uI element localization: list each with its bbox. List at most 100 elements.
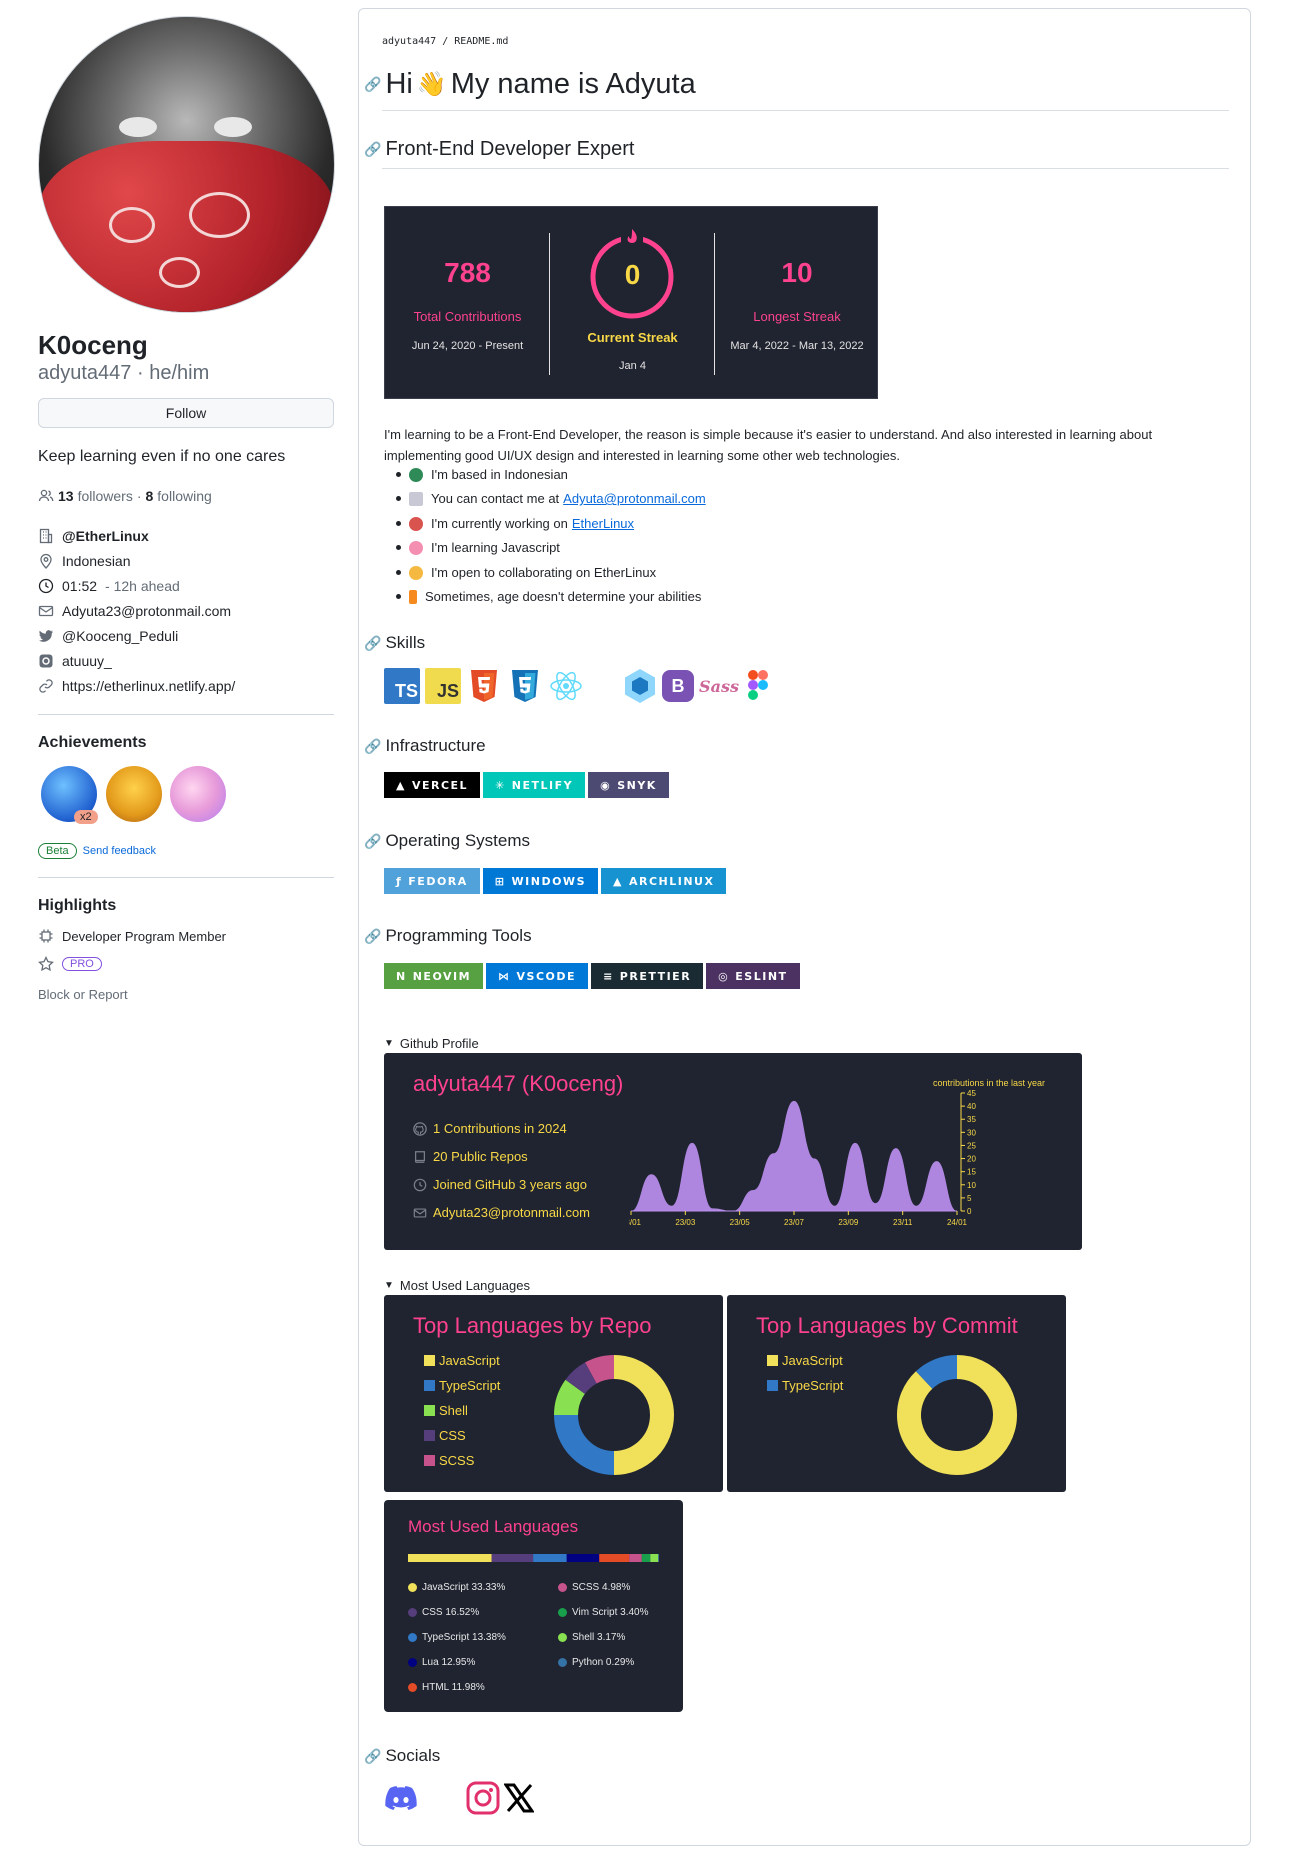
snyk-badge[interactable]: ◉ SNYK <box>588 772 669 798</box>
company-text[interactable]: @EtherLinux <box>62 528 149 544</box>
etherlinux-link[interactable]: EtherLinux <box>572 516 634 531</box>
language-dot <box>558 1658 567 1667</box>
triangle-down-icon: ▼ <box>384 1038 394 1049</box>
neovim-badge[interactable]: N NEOVIM <box>384 963 484 989</box>
eslint-badge[interactable]: ◎ ESLINT <box>706 963 800 989</box>
language-dot <box>558 1583 567 1592</box>
x-twitter-icon[interactable] <box>504 1783 534 1813</box>
block-report-link[interactable]: Block or Report <box>38 987 128 1002</box>
anchor-link-icon[interactable]: 🔗 <box>364 1748 381 1765</box>
anchor-link-icon[interactable]: 🔗 <box>364 141 381 158</box>
github-profile-card: adyuta447 (K0oceng) 1 Contributions in 2… <box>384 1053 1082 1250</box>
anchor-link-icon[interactable]: 🔗 <box>364 928 381 945</box>
most-used-item: Shell 3.17% <box>558 1632 625 1643</box>
most-used-item: CSS 16.52% <box>408 1607 479 1618</box>
anchor-link-icon[interactable]: 🔗 <box>364 76 381 93</box>
location-icon <box>40 553 52 569</box>
brain-icon <box>409 540 423 555</box>
profile-twitter[interactable]: @Kooceng_Peduli <box>38 628 178 644</box>
heading-tools: 🔗 Programming Tools <box>364 926 532 946</box>
bootstrap-icon[interactable]: B <box>662 670 694 702</box>
email-link[interactable]: Adyuta23@protonmail.com <box>62 603 231 619</box>
legend-item-typescript: TypeScript <box>424 1378 500 1393</box>
sass-label: Sass <box>699 676 739 696</box>
heading-role-text: Front-End Developer Expert <box>385 138 635 160</box>
y-tick-label: 20 <box>967 1155 976 1164</box>
language-label: Shell 3.17% <box>572 1632 626 1643</box>
webpack-icon[interactable] <box>622 668 658 704</box>
profile-company[interactable]: @EtherLinux <box>38 528 149 544</box>
typescript-icon[interactable]: TS <box>384 668 420 704</box>
send-feedback-link[interactable]: Send feedback <box>83 845 156 857</box>
developer-program-text[interactable]: Developer Program Member <box>62 929 226 944</box>
netlify-badge[interactable]: ✳ NETLIFY <box>483 772 586 798</box>
css3-icon[interactable] <box>507 668 543 704</box>
javascript-icon[interactable]: JS <box>425 668 461 704</box>
list-item-text: You can contact me at <box>431 491 560 506</box>
badge-label: VERCEL <box>411 778 469 792</box>
language-dot <box>408 1683 417 1692</box>
sass-icon[interactable]: Sass <box>698 668 740 704</box>
prettier-badge[interactable]: ≡ PRETTIER <box>591 963 704 989</box>
archlinux-badge[interactable]: ▲ ARCHLINUX <box>601 868 727 894</box>
bar-segment-vim-script <box>641 1554 651 1562</box>
vercel-badge[interactable]: ▲ VERCEL <box>384 772 481 798</box>
html5-icon[interactable] <box>466 668 502 704</box>
followers-link[interactable]: followers <box>78 488 133 504</box>
achievements-title[interactable]: Achievements <box>38 734 147 752</box>
netlify-icon: ✳ <box>495 778 506 792</box>
mail-icon <box>413 1207 427 1218</box>
github-icon <box>413 1121 427 1136</box>
profile-email[interactable]: Adyuta23@protonmail.com <box>38 603 231 619</box>
windows-badge[interactable]: ⊞ WINDOWS <box>482 868 598 894</box>
github-profile-summary[interactable]: ▼ Github Profile <box>384 1036 479 1051</box>
achievement-pull-shark-badge[interactable] <box>106 766 162 822</box>
heading-rule <box>382 168 1229 169</box>
instagram-icon <box>39 654 53 668</box>
y-tick-label: 35 <box>967 1115 976 1124</box>
longest-streak-range: Mar 4, 2022 - Mar 13, 2022 <box>730 340 864 352</box>
socials-icons <box>384 1781 534 1815</box>
following-count[interactable]: 8 <box>146 488 154 504</box>
x-tick-label: 23/05 <box>730 1218 751 1227</box>
instagram-icon[interactable] <box>466 1781 500 1815</box>
profile-instagram[interactable]: atuuuy_ <box>38 653 112 669</box>
infrastructure-title: Infrastructure <box>385 736 486 755</box>
time-text: 01:52 <box>62 578 98 594</box>
developer-program-item[interactable]: Developer Program Member <box>38 928 226 944</box>
language-label: TypeScript 13.38% <box>422 1632 506 1643</box>
bar-segment-shell <box>650 1554 659 1562</box>
email-text: Adyuta23@protonmail.com <box>433 1205 590 1220</box>
heading-infrastructure: 🔗 Infrastructure <box>364 736 486 756</box>
triangle-down-icon: ▼ <box>384 1280 394 1291</box>
instagram-link[interactable]: atuuuy_ <box>62 653 112 669</box>
breadcrumb-file[interactable]: README.md <box>454 36 508 47</box>
anchor-link-icon[interactable]: 🔗 <box>364 738 381 755</box>
contact-email-link[interactable]: Adyuta@protonmail.com <box>563 491 706 506</box>
twitter-link[interactable]: @Kooceng_Peduli <box>62 628 178 644</box>
language-dot <box>558 1608 567 1617</box>
figma-icon[interactable] <box>744 668 772 704</box>
anchor-link-icon[interactable]: 🔗 <box>364 833 381 850</box>
breadcrumb-user[interactable]: adyuta447 <box>382 36 436 47</box>
following-link[interactable]: following <box>157 488 211 504</box>
anchor-link-icon[interactable]: 🔗 <box>364 635 381 652</box>
profile-website[interactable]: https://etherlinux.netlify.app/ <box>38 678 235 694</box>
followers-count[interactable]: 13 <box>58 488 74 504</box>
languages-summary[interactable]: ▼ Most Used Languages <box>384 1278 530 1293</box>
legend-label: TypeScript <box>782 1378 844 1393</box>
vscode-badge[interactable]: ⋈ VSCODE <box>486 963 589 989</box>
legend-swatch <box>767 1355 778 1366</box>
profile-username: adyuta447 <box>38 362 132 384</box>
fedora-badge[interactable]: ƒ FEDORA <box>384 868 480 894</box>
achievement-yolo-badge[interactable] <box>170 766 226 822</box>
follow-button[interactable]: Follow <box>38 398 334 428</box>
most-used-item: JavaScript 33.33% <box>408 1582 505 1593</box>
profile-avatar[interactable] <box>38 16 335 313</box>
bar-segment-css <box>491 1554 534 1562</box>
discord-icon[interactable] <box>384 1785 418 1811</box>
website-link[interactable]: https://etherlinux.netlify.app/ <box>62 678 235 694</box>
react-icon[interactable] <box>548 668 584 704</box>
top-langs-repo-donut <box>554 1355 674 1475</box>
list-item: I'm currently working on EtherLinux <box>396 516 634 531</box>
